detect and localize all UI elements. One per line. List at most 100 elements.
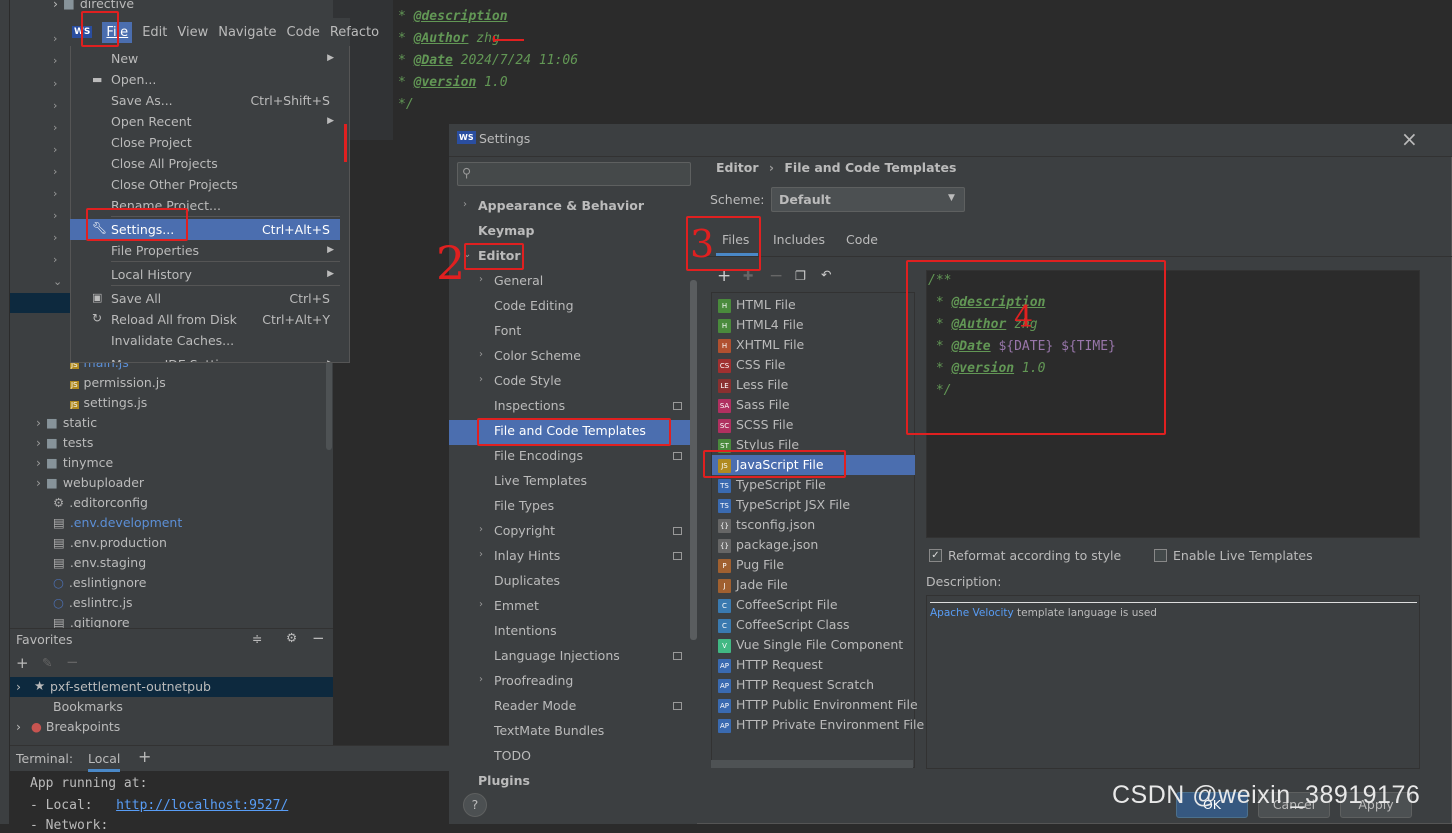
sidebar-item-emmet[interactable]: Emmet <box>494 598 539 613</box>
tree-folder[interactable]: › ■ tests <box>36 435 93 450</box>
file-template-item[interactable]: H HTML4 File <box>718 315 804 335</box>
favorites-item-breakpoints[interactable]: › ● Breakpoints <box>16 719 120 734</box>
tree-file[interactable]: ▤ .env.production <box>53 535 167 550</box>
menu-item-close-all-projects[interactable]: Close All Projects <box>70 153 340 174</box>
favorites-item-bookmarks[interactable]: Bookmarks <box>53 699 123 714</box>
file-template-item[interactable]: J Jade File <box>718 575 788 595</box>
menu-item-reload-all-from-disk[interactable]: Reload All from Disk Ctrl+Alt+Y <box>70 309 340 330</box>
sidebar-item-inlay-hints[interactable]: Inlay Hints <box>494 548 560 563</box>
menu-code[interactable]: Code <box>287 25 320 40</box>
new-terminal-button[interactable]: + <box>138 747 151 766</box>
file-template-item[interactable]: TS TypeScript JSX File <box>718 495 850 515</box>
file-template-item[interactable]: C CoffeeScript File <box>718 595 838 615</box>
tab-code[interactable]: Code <box>846 232 878 247</box>
menu-item-close-other-projects[interactable]: Close Other Projects <box>70 174 340 195</box>
tree-file[interactable]: ○ .eslintignore <box>53 575 146 590</box>
chevron-right-icon[interactable]: › <box>53 165 57 178</box>
tree-file[interactable]: JS permission.js <box>70 375 166 390</box>
menu-navigate[interactable]: Navigate <box>218 25 276 40</box>
favorites-item-project[interactable]: › ★ pxf-settlement-outnetpub <box>10 677 333 697</box>
chevron-icon[interactable]: › <box>479 674 483 685</box>
sidebar-item-duplicates[interactable]: Duplicates <box>494 573 560 588</box>
file-template-item[interactable]: V Vue Single File Component <box>718 635 903 655</box>
chevron-right-icon[interactable]: ⌄ <box>53 275 62 288</box>
chevron-right-icon[interactable]: › <box>53 54 57 67</box>
file-template-item[interactable]: AP HTTP Private Environment File <box>718 715 924 735</box>
chevron-right-icon[interactable]: › <box>53 209 57 222</box>
sidebar-item-todo[interactable]: TODO <box>494 748 531 763</box>
menu-item-invalidate-caches[interactable]: Invalidate Caches... <box>70 330 340 351</box>
chevron-icon[interactable]: › <box>479 374 483 385</box>
menu-item-manage-ide-settings[interactable]: Manage IDE Settings ▶ <box>70 354 340 362</box>
live-templates-checkbox-row[interactable]: Enable Live Templates <box>1154 548 1313 563</box>
menu-view[interactable]: View <box>177 25 208 40</box>
file-template-item[interactable]: C CoffeeScript Class <box>718 615 849 635</box>
velocity-link[interactable]: Apache Velocity <box>930 607 1014 619</box>
scheme-select[interactable]: Default ▼ <box>771 187 965 212</box>
reformat-checkbox[interactable]: ✓ <box>929 549 942 562</box>
chevron-icon[interactable]: › <box>479 599 483 610</box>
chevron-right-icon[interactable]: › <box>53 77 57 90</box>
file-template-item[interactable]: TS TypeScript File <box>718 475 826 495</box>
file-template-item[interactable]: {} tsconfig.json <box>718 515 815 535</box>
menu-item-close-project[interactable]: Close Project <box>70 132 340 153</box>
tree-folder[interactable]: › ■ tinymce <box>36 455 113 470</box>
sidebar-item-keymap[interactable]: Keymap <box>478 223 535 238</box>
file-template-item[interactable]: AP HTTP Request Scratch <box>718 675 874 695</box>
menu-item-open-recent[interactable]: Open Recent ▶ <box>70 111 340 132</box>
sidebar-item-appearance-behavior[interactable]: Appearance & Behavior <box>478 198 644 213</box>
terminal-url-link[interactable]: http://localhost:9527/ <box>116 798 288 813</box>
menu-edit[interactable]: Edit <box>142 25 167 40</box>
file-template-item[interactable]: LE Less File <box>718 375 788 395</box>
chevron-right-icon[interactable]: › <box>53 253 57 266</box>
chevron-icon[interactable]: › <box>463 199 467 210</box>
chevron-icon[interactable]: › <box>479 349 483 360</box>
chevron-right-icon[interactable]: › <box>53 231 57 244</box>
sidebar-item-general[interactable]: General <box>494 273 543 288</box>
sidebar-item-code-editing[interactable]: Code Editing <box>494 298 574 313</box>
menu-item-new[interactable]: New ▶ <box>70 48 340 69</box>
sidebar-item-file-types[interactable]: File Types <box>494 498 554 513</box>
sidebar-item-code-style[interactable]: Code Style <box>494 373 561 388</box>
tree-file[interactable]: ▤ .env.development <box>53 515 182 530</box>
sidebar-item-textmate-bundles[interactable]: TextMate Bundles <box>494 723 604 738</box>
sidebar-item-font[interactable]: Font <box>494 323 521 338</box>
help-button[interactable]: ? <box>463 793 487 817</box>
menu-refactor[interactable]: Refacto <box>330 25 379 40</box>
reformat-checkbox-row[interactable]: ✓ Reformat according to style <box>929 548 1121 563</box>
tree-file[interactable]: ▤ .env.staging <box>53 555 146 570</box>
file-template-item[interactable]: SA Sass File <box>718 395 790 415</box>
file-template-item[interactable]: {} package.json <box>718 535 818 555</box>
file-template-item[interactable]: AP HTTP Request <box>718 655 823 675</box>
sidebar-item-file-encodings[interactable]: File Encodings <box>494 448 583 463</box>
collapse-icon[interactable]: ≑ <box>252 631 262 646</box>
tree-folder[interactable]: › ■ webuploader <box>36 475 144 490</box>
file-template-item[interactable]: H XHTML File <box>718 335 804 355</box>
chevron-right-icon[interactable]: › <box>53 121 57 134</box>
terminal-tab-local[interactable]: Local <box>88 751 121 772</box>
reset-icon[interactable]: ↶ <box>821 267 831 282</box>
list-hscrollbar[interactable] <box>711 760 913 768</box>
tab-includes[interactable]: Includes <box>773 232 825 247</box>
gear-icon[interactable]: ⚙ <box>286 630 297 645</box>
file-template-item[interactable]: CS CSS File <box>718 355 786 375</box>
copy-icon[interactable]: ❐ <box>795 268 806 283</box>
add-icon[interactable]: + <box>16 654 29 672</box>
chevron-icon[interactable]: › <box>479 549 483 560</box>
chevron-right-icon[interactable]: › <box>53 143 57 156</box>
sidebar-scrollbar[interactable] <box>690 280 697 640</box>
chevron-right-icon[interactable]: › <box>53 187 57 200</box>
chevron-right-icon[interactable]: › <box>53 32 57 45</box>
menu-item-save-as[interactable]: Save As... Ctrl+Shift+S <box>70 90 340 111</box>
sidebar-item-copyright[interactable]: Copyright <box>494 523 555 538</box>
menu-item-local-history[interactable]: Local History ▶ <box>70 264 340 285</box>
menu-item-save-all[interactable]: Save All Ctrl+S <box>70 288 340 309</box>
tree-file[interactable]: JS settings.js <box>70 395 147 410</box>
sidebar-item-reader-mode[interactable]: Reader Mode <box>494 698 576 713</box>
sidebar-item-intentions[interactable]: Intentions <box>494 623 557 638</box>
tree-folder[interactable]: › ■ static <box>36 415 97 430</box>
settings-search-input[interactable]: ⚲ <box>457 162 691 186</box>
tree-file[interactable]: ⚙ .editorconfig <box>53 495 148 510</box>
sidebar-item-live-templates[interactable]: Live Templates <box>494 473 587 488</box>
close-icon[interactable]: × <box>1401 127 1418 151</box>
